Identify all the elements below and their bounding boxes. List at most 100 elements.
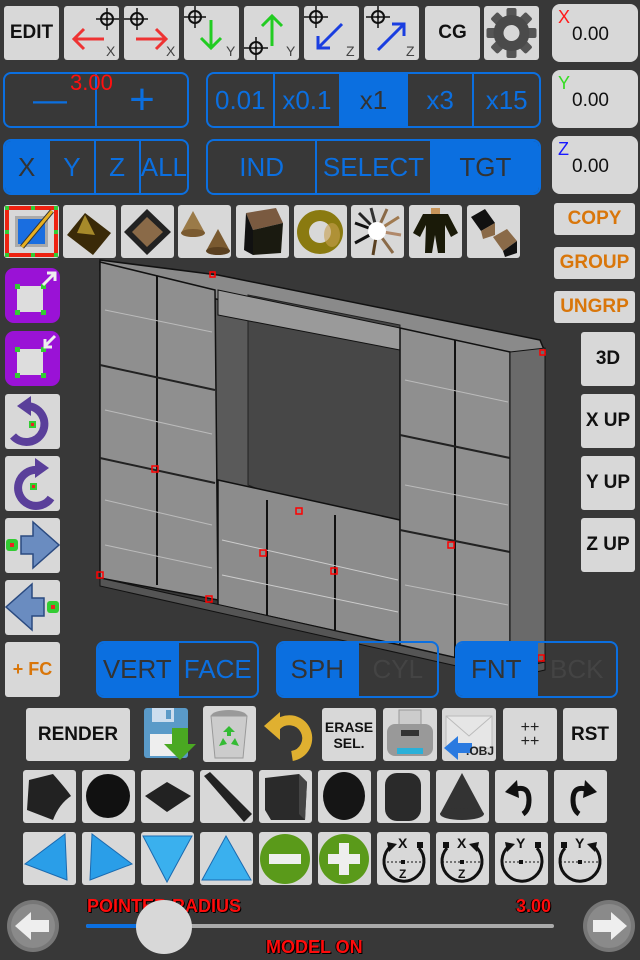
fnt-option[interactable]: FNT (457, 643, 536, 696)
move-x-positive-button[interactable]: X (124, 6, 179, 60)
pyramid-mesh-icon (124, 209, 171, 255)
primitive-sphere[interactable] (318, 770, 371, 823)
svg-text:Y: Y (286, 43, 296, 59)
cyl-option[interactable]: CYL (356, 643, 438, 696)
x-coordinate-field[interactable]: X 0.00 (552, 4, 638, 62)
gear-icon (486, 8, 537, 58)
scale-down-button[interactable] (5, 331, 60, 386)
move-z-negative-button[interactable]: Z (304, 6, 359, 60)
print-button[interactable] (383, 708, 437, 761)
cone-icon (440, 773, 484, 820)
sph-option[interactable]: SPH (278, 643, 357, 696)
add-fc-button[interactable]: + FC (5, 642, 60, 697)
push-right-button[interactable] (5, 518, 60, 573)
axis-option[interactable]: Y (48, 141, 93, 193)
arrow-down-green-icon: Y (184, 6, 236, 59)
multiplier-option[interactable]: x15 (472, 74, 539, 126)
shape-cube-stack[interactable] (236, 205, 289, 258)
increase-button[interactable] (318, 832, 371, 885)
copy-button[interactable]: COPY (554, 203, 635, 235)
axis-option[interactable]: Z (93, 141, 139, 193)
face-label: FACE (183, 654, 252, 684)
tilt-up-button[interactable] (200, 832, 253, 885)
next-button[interactable] (581, 898, 637, 954)
y-up-label: Y UP (585, 472, 630, 493)
axis-label: ALL (140, 151, 188, 182)
slider-thumb[interactable] (135, 900, 192, 954)
export-obj-button[interactable]: .OBJ (442, 708, 496, 761)
z-up-button[interactable]: Z UP (581, 518, 635, 572)
add-grid-button[interactable]: ++ ++ (503, 708, 557, 761)
y-up-button[interactable]: Y UP (581, 456, 635, 510)
move-y-positive-button[interactable]: Y (244, 6, 299, 60)
mode-option[interactable]: IND (208, 141, 315, 193)
arrow-push-left-icon (5, 582, 59, 632)
multiplier-option[interactable]: 0.01 (208, 74, 273, 126)
center-of-gravity-button[interactable]: CG (425, 6, 480, 60)
redo-button[interactable] (554, 770, 607, 823)
mode-option[interactable]: SELECT (315, 141, 430, 193)
face-option[interactable]: FACE (176, 643, 258, 696)
y-coordinate-field[interactable]: Y 0.00 (552, 70, 638, 128)
rotate-xz-ccw-button[interactable]: X Z (377, 832, 430, 885)
move-x-negative-button[interactable]: X (64, 6, 119, 60)
3d-viewport[interactable] (0, 200, 640, 680)
multiplier-option[interactable]: x3 (405, 74, 473, 126)
primitive-disc[interactable] (82, 770, 135, 823)
shape-edit-texture[interactable] (4, 205, 59, 258)
plus-circle-icon (319, 834, 369, 884)
multiplier-option-selected[interactable]: x1 (339, 74, 406, 126)
settings-button[interactable] (484, 6, 539, 60)
shape-spiral-blades[interactable] (351, 205, 404, 258)
shape-terrain[interactable] (63, 205, 116, 258)
move-y-negative-button[interactable]: Y (184, 6, 239, 60)
view-3d-button[interactable]: 3D (581, 332, 635, 386)
move-z-positive-button[interactable]: Z (364, 6, 419, 60)
reset-button[interactable]: RST (563, 708, 617, 761)
z-coordinate-value: 0.00 (572, 156, 609, 177)
axis-option-selected[interactable]: X (5, 141, 49, 193)
rotate-xz-cw-button[interactable]: X Z (436, 832, 489, 885)
recycle-button[interactable] (203, 706, 256, 762)
primitive-cylinder[interactable] (377, 770, 430, 823)
rotate-y-ccw-button[interactable]: Y (495, 832, 548, 885)
tilt-right-button[interactable] (82, 832, 135, 885)
primitive-diamond-plane[interactable] (141, 770, 194, 823)
shape-pyramid[interactable] (121, 205, 174, 258)
vert-option[interactable]: VERT (98, 643, 177, 696)
push-left-button[interactable] (5, 580, 60, 635)
x-up-button[interactable]: X UP (581, 394, 635, 448)
undo-button[interactable] (495, 770, 548, 823)
shape-figure[interactable] (409, 205, 462, 258)
save-button[interactable] (142, 706, 197, 762)
bck-option[interactable]: BCK (535, 643, 617, 696)
shape-torus[interactable] (294, 205, 347, 258)
rotate-cw-button[interactable] (5, 456, 60, 511)
shape-twin-cubes[interactable] (467, 205, 520, 258)
shape-cones[interactable] (178, 205, 231, 258)
primitive-box[interactable] (259, 770, 312, 823)
svg-text:X: X (457, 835, 467, 851)
primitive-slanted-plane[interactable] (200, 770, 253, 823)
z-coordinate-field[interactable]: Z 0.00 (552, 136, 638, 194)
primitive-curved-plane[interactable] (23, 770, 76, 823)
primitive-cone[interactable] (436, 770, 489, 823)
rotate-y-cw-button[interactable]: Y (554, 832, 607, 885)
group-button[interactable]: GROUP (554, 247, 635, 279)
edit-button[interactable]: EDIT (4, 6, 59, 60)
undo-last-button[interactable] (262, 706, 317, 762)
rotate-ccw-button[interactable] (5, 394, 60, 449)
tilt-left-button[interactable] (23, 832, 76, 885)
render-button[interactable]: RENDER (26, 708, 130, 761)
pointer-radius-slider[interactable] (86, 900, 554, 954)
multiplier-option[interactable]: x0.1 (272, 74, 340, 126)
tilt-down-button[interactable] (141, 832, 194, 885)
decrease-button[interactable] (259, 832, 312, 885)
erase-selection-button[interactable]: ERASE SEL. (322, 708, 376, 761)
scale-up-button[interactable] (5, 268, 60, 323)
mode-option-selected[interactable]: TGT (429, 141, 539, 193)
rotate-counterclockwise-icon (10, 396, 49, 446)
ungroup-button[interactable]: UNGRP (554, 291, 635, 323)
previous-button[interactable] (5, 898, 61, 954)
axis-option[interactable]: ALL (138, 141, 188, 193)
